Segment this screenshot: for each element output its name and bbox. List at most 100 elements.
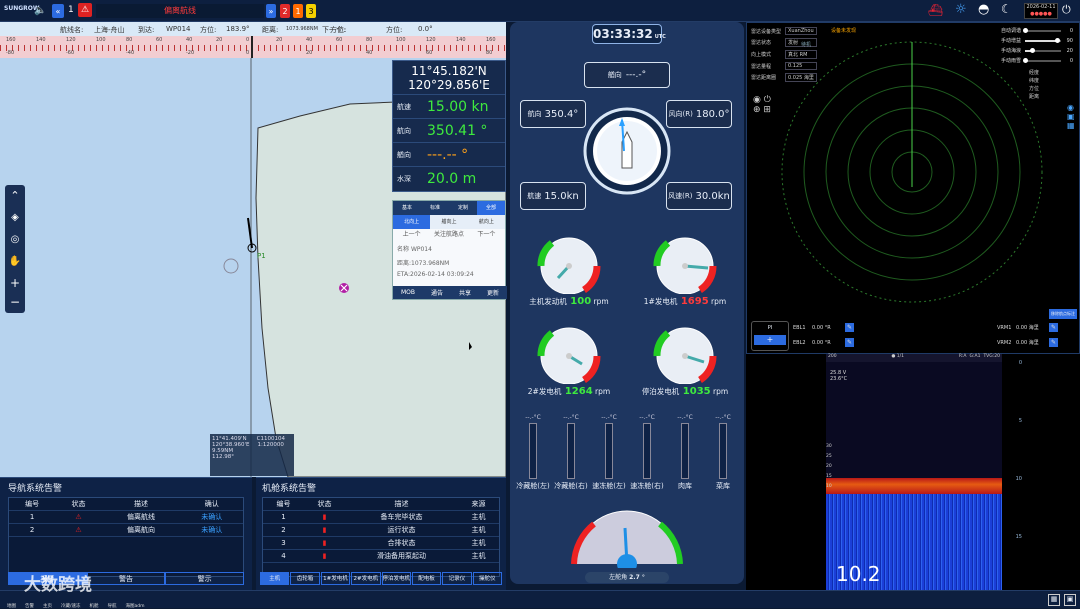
engine-tab[interactable]: 停泊发电机 — [381, 572, 411, 585]
ebl-vrm-row[interactable]: EBL2 0.00 °R ✎ — [793, 338, 873, 347]
wp-nav-button[interactable]: 上一个 — [393, 229, 430, 241]
radar-slider-knob[interactable] — [1055, 37, 1061, 43]
edit-icon[interactable]: ✎ — [1049, 338, 1058, 347]
wp-nav-button[interactable]: 下一个 — [468, 229, 505, 241]
standby-button[interactable]: 待机 — [801, 41, 811, 48]
compass-icon[interactable]: ◎ — [5, 229, 25, 251]
temp-bar — [681, 423, 689, 479]
radar-setting-row[interactable]: 雷达状态 发射 — [751, 38, 881, 47]
engine-tab[interactable]: 2#发电机 — [351, 572, 381, 585]
alarm-count-red[interactable]: 2 — [280, 4, 290, 18]
radar-slider-track[interactable] — [1025, 37, 1061, 43]
wp-mode[interactable]: 航向上 — [467, 215, 505, 229]
expand-button[interactable]: » — [266, 4, 276, 18]
engine-tab[interactable]: 操舵仪 — [472, 572, 502, 585]
engine-tab[interactable]: 齿轮箱 — [290, 572, 320, 585]
bottom-nav-item[interactable]: 地图 — [4, 603, 19, 609]
radar-slider-row[interactable]: 手动海浪 20 — [1001, 47, 1077, 54]
ebl-vrm-row[interactable]: VRM2 0.00 海里 ✎ — [997, 338, 1077, 347]
brightness-icon[interactable]: ☼ — [955, 2, 967, 17]
edit-icon[interactable]: ✎ — [1049, 323, 1058, 332]
table-row[interactable]: 2 ⚠ 偏离航向 未确认 — [9, 523, 243, 537]
next-label: 下一个: — [322, 26, 346, 34]
wp-tab[interactable]: 基本 — [393, 201, 421, 215]
radar-ctrl-icons[interactable]: ◉ ⏻ ⊕ ⊞ — [753, 95, 771, 115]
waypoint-panel: 基本 标准 定制 全部 北向上 艏向上 航向上 上一个 关注航路点 下一个 名称 WP014 … — [392, 200, 507, 300]
radar-slider-row[interactable]: 自动调谐 0 — [1001, 27, 1077, 34]
radar-setting-row[interactable]: 向上模式 真北 RM — [751, 50, 881, 59]
radar-setting-value[interactable]: 0.025 海里 — [785, 73, 817, 82]
wp-nav-button[interactable]: 关注航路点 — [430, 229, 467, 241]
bottom-nav-item[interactable]: 主页 — [40, 603, 55, 609]
ruler-tick: 140 — [36, 37, 46, 43]
wp-tab[interactable]: 定制 — [449, 201, 477, 215]
ebl-vrm-row[interactable]: VRM1 0.00 海里 ✎ — [997, 323, 1077, 332]
bottom-nav-item[interactable]: 导航 — [105, 603, 120, 609]
bottom-nav-item[interactable]: 海图adm — [123, 603, 148, 609]
sonar-display[interactable]: 200 ● 1/1 R:A G:A1 TVG:20 25.8 V 23.6°C 10… — [826, 354, 1002, 592]
bottom-nav-item[interactable]: 机舱 — [87, 603, 102, 609]
warning-icon[interactable]: ⚠ — [78, 3, 92, 17]
radar-slider-row[interactable]: 手动雨雪 0 — [1001, 57, 1077, 64]
wp-mode[interactable]: 艏向上 — [430, 215, 468, 229]
wp-tab[interactable]: 标准 — [421, 201, 449, 215]
ack-button[interactable]: 未确认 — [180, 523, 243, 537]
radar-slider-row[interactable]: 手动增益 90 — [1001, 37, 1077, 44]
radar-slider-knob[interactable] — [1023, 27, 1028, 33]
temp-bar — [719, 423, 727, 479]
table-row[interactable]: 3 ▮ 合排状态 主机 — [263, 536, 499, 550]
wp-action[interactable]: 通告 — [431, 288, 443, 297]
ebl-vrm-row[interactable]: EBL1 0.00 °R ✎ — [793, 323, 873, 332]
radar-setting-row[interactable]: 雷达设备类型 XuanZhou — [751, 27, 881, 35]
power-icon[interactable]: ⏻ — [1062, 3, 1071, 17]
radar-side-icons[interactable]: ◉ ▣ ▦ — [1067, 103, 1077, 163]
alarm-tab[interactable]: 警示 — [165, 572, 245, 585]
alarm-count-orange[interactable]: 1 — [293, 4, 303, 18]
clear-waypoint-button[interactable]: 移除航点标注 — [1049, 309, 1077, 319]
ack-button[interactable]: 未确认 — [180, 510, 243, 524]
edit-icon[interactable]: ✎ — [845, 338, 854, 347]
radar-setting-value[interactable]: 0.125 — [785, 62, 817, 70]
engine-tab[interactable]: 配电板 — [411, 572, 442, 585]
sunset-icon[interactable]: ◓ — [978, 2, 989, 17]
window-icon[interactable]: ▣ — [1064, 594, 1076, 606]
wp-mode[interactable]: 北向上 — [393, 215, 431, 229]
engine-tab[interactable]: 主机 — [260, 572, 290, 585]
edit-icon[interactable]: ✎ — [845, 323, 854, 332]
radar-setting-row[interactable]: 雷达距离圈 0.025 海里 — [751, 73, 881, 82]
wp-action[interactable]: MOB — [401, 289, 415, 296]
zoom-up-icon[interactable]: ⌃ — [5, 185, 25, 207]
bottom-nav-item[interactable]: 告警 — [22, 603, 37, 609]
radar-setting-value[interactable]: 真北 RM — [785, 50, 817, 59]
table-row[interactable]: 1 ▮ 备车完毕状态 主机 — [263, 510, 499, 524]
engine-tab[interactable]: 1#发电机 — [320, 572, 351, 585]
wp-action[interactable]: 共享 — [459, 288, 471, 297]
pi-add-button[interactable]: + — [754, 335, 786, 345]
zoom-out-icon[interactable]: − — [5, 293, 25, 311]
radar-setting-row[interactable]: 雷达量程 0.125 — [751, 62, 881, 70]
radar-slider-track[interactable] — [1023, 57, 1061, 63]
bottom-nav-item[interactable]: 冷藏/速冻 — [58, 603, 84, 609]
wp-tab[interactable]: 全部 — [477, 201, 505, 215]
zoom-in-icon[interactable]: + — [5, 273, 25, 293]
radar-slider-track[interactable] — [1023, 27, 1061, 33]
wp-action[interactable]: 更新 — [487, 288, 499, 297]
table-row[interactable]: 1 ⚠ 偏离航线 未确认 — [9, 510, 243, 524]
heading-box: 艏向 ---.-° — [584, 62, 670, 88]
radar-setting-value[interactable]: XuanZhou — [785, 27, 817, 35]
pan-hand-icon[interactable]: ✋ — [5, 251, 25, 273]
alarm-tab[interactable]: 警告 — [86, 572, 166, 585]
bearing-label: 方位: — [200, 26, 217, 34]
radar-slider-knob[interactable] — [1023, 57, 1028, 63]
table-row[interactable]: 4 ▮ 滑油备用泵起动 主机 — [263, 549, 499, 563]
layers-icon[interactable]: ◈ — [5, 207, 25, 229]
collapse-button[interactable]: « — [52, 4, 64, 18]
night-mode-icon[interactable]: ☾ — [1001, 2, 1012, 16]
grid-icon[interactable]: ▦ — [1048, 594, 1060, 606]
engine-tab[interactable]: 记录仪 — [442, 572, 472, 585]
table-row[interactable]: 2 ▮ 运行状态 主机 — [263, 523, 499, 537]
radar-slider-knob[interactable] — [1030, 47, 1036, 53]
radar-slider-track[interactable] — [1025, 47, 1061, 53]
volume-icon[interactable]: 🔈 — [34, 5, 46, 16]
alarm-count-yellow[interactable]: 3 — [306, 4, 316, 18]
